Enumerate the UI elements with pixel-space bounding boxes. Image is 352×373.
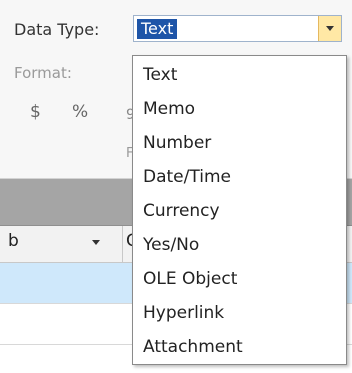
dropdown-option-number[interactable]: Number	[133, 126, 346, 160]
dropdown-option-currency[interactable]: Currency	[133, 194, 346, 228]
dropdown-option-ole-object[interactable]: OLE Object	[133, 262, 346, 296]
dropdown-option-attachment[interactable]: Attachment	[133, 330, 346, 364]
data-type-dropdown-list[interactable]: Text Memo Number Date/Time Currency Yes/…	[132, 55, 347, 365]
currency-format-button[interactable]: $	[30, 102, 41, 122]
dropdown-option-yes-no[interactable]: Yes/No	[133, 228, 346, 262]
column-separator	[122, 226, 123, 262]
chevron-down-icon[interactable]	[318, 16, 341, 41]
column-dropdown-icon[interactable]	[92, 240, 100, 245]
data-type-selected-value[interactable]: Text	[137, 19, 178, 39]
column-header-label[interactable]: b	[8, 231, 19, 251]
dropdown-option-memo[interactable]: Memo	[133, 92, 346, 126]
dropdown-option-date-time[interactable]: Date/Time	[133, 160, 346, 194]
format-label: Format:	[14, 64, 72, 82]
dropdown-option-hyperlink[interactable]: Hyperlink	[133, 296, 346, 330]
data-type-combobox[interactable]: Text	[133, 15, 342, 42]
percent-format-button[interactable]: %	[72, 102, 88, 122]
data-type-label: Data Type:	[14, 20, 100, 39]
dropdown-option-text[interactable]: Text	[133, 58, 346, 92]
